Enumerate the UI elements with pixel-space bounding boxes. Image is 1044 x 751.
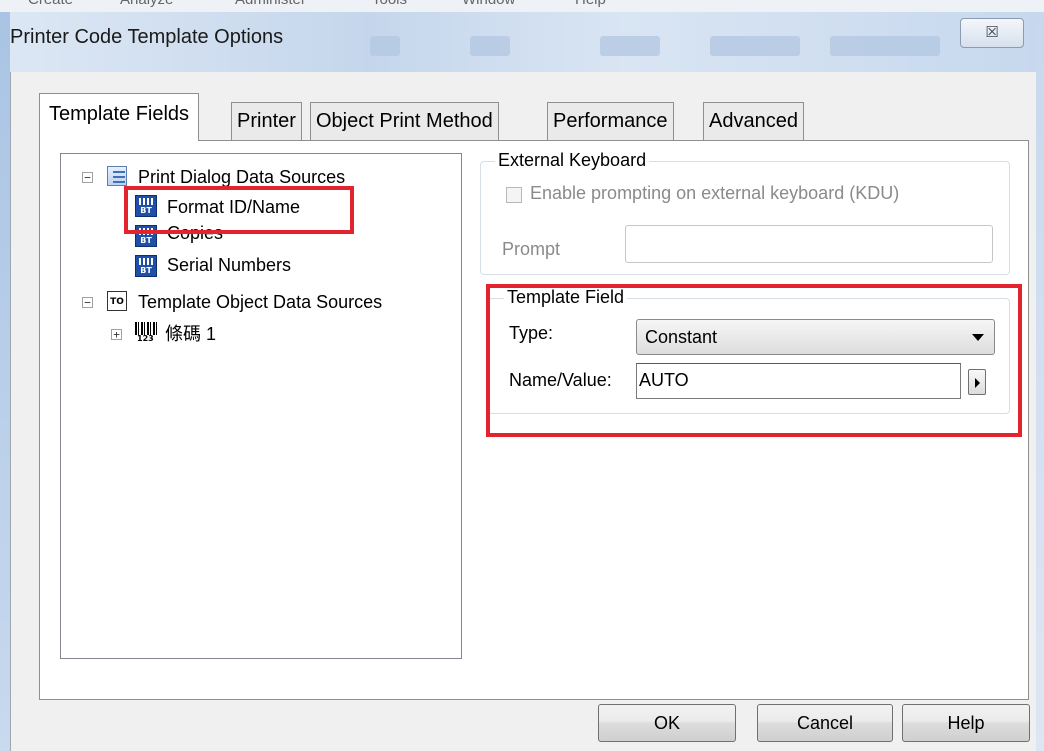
dialog-title: Printer Code Template Options: [10, 26, 284, 48]
tab-object-print-method[interactable]: Object Print Method: [310, 102, 499, 140]
type-label: Type:: [509, 323, 554, 343]
titlebar-decoration: [600, 36, 660, 56]
tree-node-print-dialog-data-sources[interactable]: − Print Dialog Data Sources: [61, 163, 461, 191]
titlebar-decoration: [370, 36, 400, 56]
tree-label-template-object-data-sources: Template Object Data Sources: [138, 292, 383, 312]
background-menubar: Create Analyze Administer Tools Window H…: [0, 0, 1044, 12]
tab-performance[interactable]: Performance: [547, 102, 674, 140]
prompt-input[interactable]: [625, 225, 993, 263]
barcode-icon-label: 123: [137, 334, 154, 343]
enable-kdu-prompt-checkbox[interactable]: [506, 187, 522, 203]
insert-field-arrow-button[interactable]: [968, 369, 986, 395]
data-source-icon: [107, 166, 127, 186]
tab-advanced[interactable]: Advanced: [703, 102, 804, 140]
bg-menu-create: Create: [28, 0, 73, 8]
tree-label-format-id-name: Format ID/Name: [167, 197, 301, 217]
template-field-legend: Template Field: [504, 287, 628, 308]
bt-field-icon: BT: [135, 255, 157, 277]
external-keyboard-legend: External Keyboard: [495, 150, 650, 171]
tree-node-format-id-name[interactable]: BT Format ID/Name: [61, 191, 461, 219]
collapse-icon[interactable]: −: [82, 172, 93, 183]
bg-menu-administer: Administer: [235, 0, 306, 8]
titlebar-decoration: [470, 36, 510, 56]
tree-node-template-object-data-sources[interactable]: − TO Template Object Data Sources: [61, 288, 461, 316]
tree-node-serial-numbers[interactable]: BT Serial Numbers: [61, 251, 461, 279]
dialog-titlebar[interactable]: Printer Code Template Options ☒: [10, 12, 1036, 72]
bg-menu-window: Window: [462, 0, 515, 8]
tree-node-barcode-1[interactable]: + 123 條碼 1: [61, 320, 461, 348]
expand-icon[interactable]: +: [111, 329, 122, 340]
tree-label-print-dialog-data-sources: Print Dialog Data Sources: [138, 167, 346, 187]
prompt-label: Prompt: [502, 239, 561, 259]
tree-label-copies: Copies: [167, 223, 224, 243]
enable-kdu-prompt-label: Enable prompting on external keyboard (K…: [530, 183, 900, 203]
bg-menu-help: Help: [575, 0, 606, 8]
printer-code-template-dialog: Printer Code Template Options ☒ Template…: [10, 12, 1036, 751]
template-fields-panel: − Print Dialog Data Sources BT Format ID…: [39, 140, 1029, 700]
close-icon: ☒: [985, 23, 999, 41]
tree-node-copies[interactable]: BT Copies: [61, 221, 461, 249]
background-window-edge-right: [1036, 12, 1044, 751]
data-source-tree[interactable]: − Print Dialog Data Sources BT Format ID…: [60, 153, 462, 659]
help-button[interactable]: Help: [902, 704, 1030, 742]
name-value-label: Name/Value:: [509, 370, 612, 390]
titlebar-decoration: [710, 36, 800, 56]
chevron-down-icon: [972, 334, 984, 341]
dialog-content: Template Fields Printer Object Print Met…: [10, 72, 1036, 751]
tab-printer[interactable]: Printer: [231, 102, 302, 140]
bt-field-icon: BT: [135, 195, 157, 217]
tree-label-barcode-1: 條碼 1: [165, 324, 217, 344]
tab-template-fields[interactable]: Template Fields: [39, 93, 200, 141]
template-object-icon: TO: [107, 291, 127, 311]
bg-menu-analyze: Analyze: [120, 0, 173, 8]
barcode-icon: 123: [135, 322, 157, 346]
ok-button[interactable]: OK: [598, 704, 736, 742]
type-select-value: Constant: [645, 327, 718, 347]
titlebar-decoration: [830, 36, 940, 56]
name-value-input[interactable]: AUTO: [636, 363, 961, 399]
bt-field-icon: BT: [135, 225, 157, 247]
bg-menu-tools: Tools: [372, 0, 407, 8]
collapse-icon[interactable]: −: [82, 297, 93, 308]
cancel-button[interactable]: Cancel: [757, 704, 893, 742]
close-button[interactable]: ☒: [960, 18, 1024, 48]
background-window-edge-left: [0, 12, 10, 751]
tree-label-serial-numbers: Serial Numbers: [167, 255, 292, 275]
type-select[interactable]: Constant: [636, 319, 995, 355]
